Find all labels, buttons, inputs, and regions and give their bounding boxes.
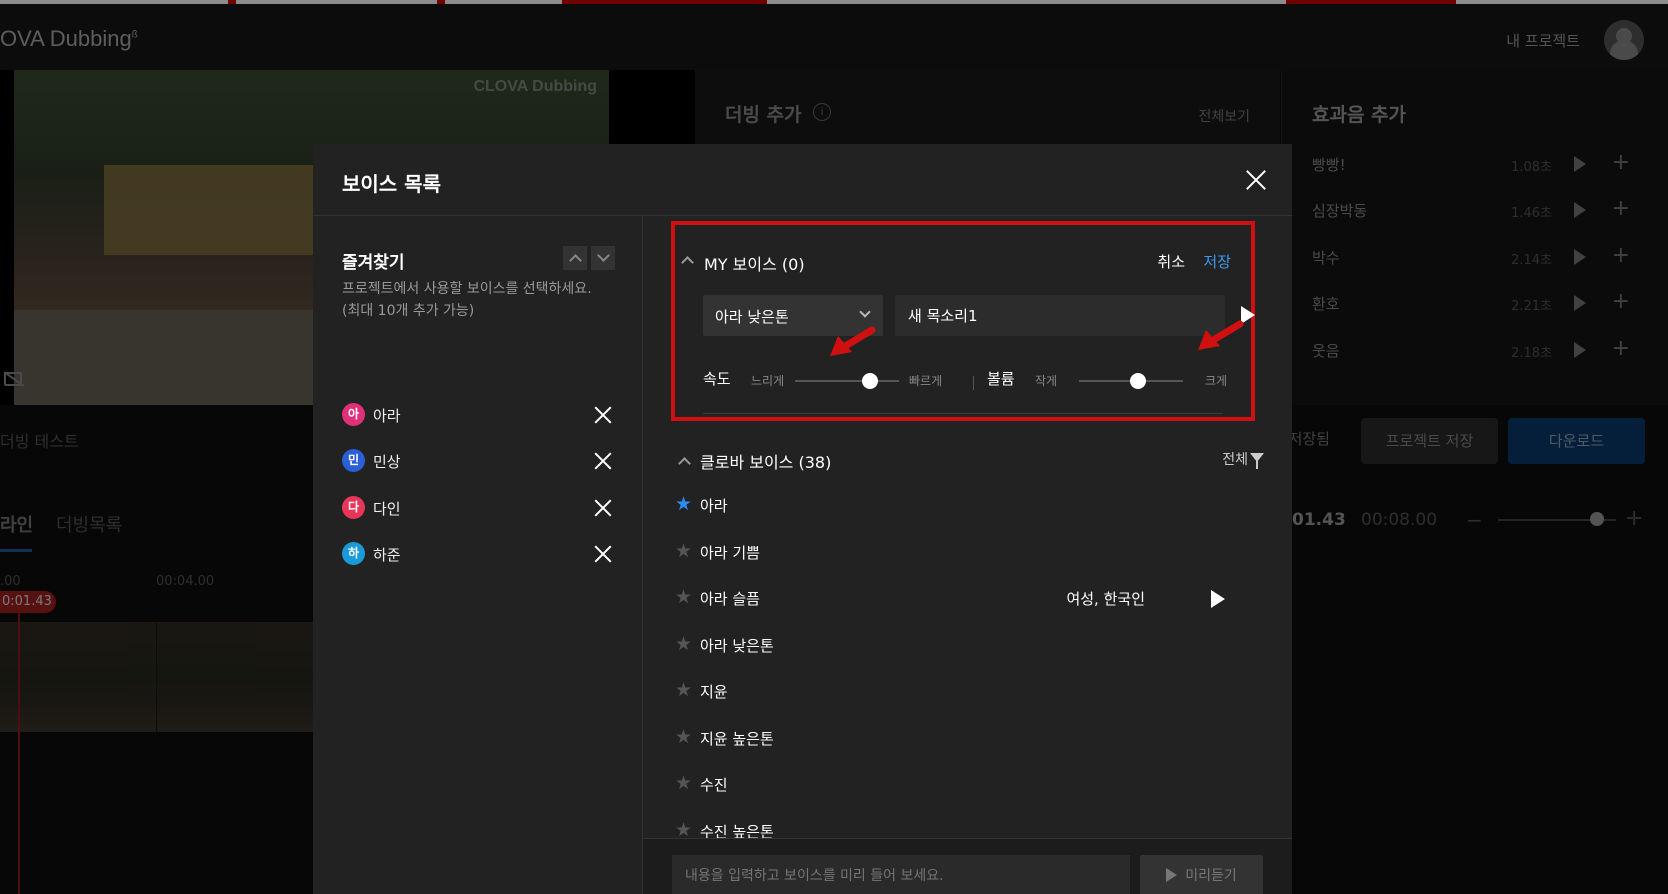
favorite-item[interactable]: 민 민상 bbox=[342, 448, 612, 474]
speed-label: 속도 bbox=[703, 370, 731, 388]
clova-voice-title: 클로바 보이스 (38) bbox=[700, 453, 832, 472]
voice-name-input[interactable] bbox=[895, 295, 1225, 336]
favorite-name: 다인 bbox=[373, 500, 401, 518]
volume-min-label: 작게 bbox=[1035, 374, 1058, 388]
modal-title: 보이스 목록 bbox=[342, 172, 441, 196]
voice-badge: 민 bbox=[342, 449, 365, 472]
star-icon[interactable]: ★ bbox=[675, 586, 692, 608]
my-voice-section: MY 보이스 (0) 취소 저장 아라 낮은톤 속도 느리게 빠르게 볼륨 작게… bbox=[671, 221, 1255, 421]
voice-panel: MY 보이스 (0) 취소 저장 아라 낮은톤 속도 느리게 빠르게 볼륨 작게… bbox=[643, 216, 1292, 894]
favorites-desc-line: (최대 10개 추가 가능) bbox=[342, 303, 475, 319]
favorite-name: 민상 bbox=[373, 453, 401, 471]
voice-list-item[interactable]: ★ 지윤 bbox=[675, 677, 1235, 707]
speed-slider-knob[interactable] bbox=[862, 373, 878, 389]
voice-name: 아라 낮은톤 bbox=[700, 637, 774, 655]
voice-badge: 아 bbox=[342, 403, 365, 426]
base-voice-select[interactable]: 아라 낮은톤 bbox=[703, 295, 883, 336]
star-icon[interactable]: ★ bbox=[675, 633, 692, 655]
voice-list-item[interactable]: ★ 아라 슬픔 여성, 한국인 bbox=[675, 584, 1235, 614]
star-icon[interactable]: ★ bbox=[675, 493, 692, 515]
favorite-item[interactable]: 다 다인 bbox=[342, 495, 612, 521]
favorite-name: 아라 bbox=[373, 407, 401, 425]
modal-header: 보이스 목록 bbox=[313, 144, 1292, 216]
star-icon[interactable]: ★ bbox=[675, 772, 692, 794]
volume-label: 볼륨 bbox=[987, 370, 1015, 388]
favorites-title: 즐겨찾기 bbox=[342, 253, 405, 273]
remove-icon[interactable] bbox=[594, 406, 612, 424]
voice-list-item[interactable]: ★ 아라 낮은톤 bbox=[675, 631, 1235, 661]
voice-badge: 하 bbox=[342, 542, 365, 565]
volume-max-label: 크게 bbox=[1205, 374, 1228, 388]
favorite-item[interactable]: 아 아라 bbox=[342, 402, 612, 428]
voice-list-item[interactable]: ★ 수진 bbox=[675, 770, 1235, 800]
voice-list-item[interactable]: ★ 아라 기쁨 bbox=[675, 538, 1235, 568]
voice-name: 수진 bbox=[700, 776, 728, 794]
speed-min-label: 느리게 bbox=[751, 374, 785, 388]
favorite-name: 하준 bbox=[373, 546, 401, 564]
divider bbox=[973, 376, 974, 390]
favorite-item[interactable]: 하 하준 bbox=[342, 541, 612, 567]
move-up-icon[interactable] bbox=[563, 246, 587, 270]
voice-name: 아라 bbox=[700, 497, 728, 515]
preview-bar: 미리듣기 bbox=[643, 838, 1292, 894]
voice-badge: 다 bbox=[342, 496, 365, 519]
collapse-icon[interactable] bbox=[681, 256, 694, 269]
remove-icon[interactable] bbox=[594, 452, 612, 470]
star-icon[interactable]: ★ bbox=[675, 726, 692, 748]
remove-icon[interactable] bbox=[594, 545, 612, 563]
remove-icon[interactable] bbox=[594, 499, 612, 517]
collapse-icon[interactable] bbox=[678, 457, 691, 470]
voice-name: 지윤 bbox=[700, 683, 728, 701]
voice-list-modal: 보이스 목록 즐겨찾기 프로젝트에서 사용할 보이스를 선택하세요. (최대 1… bbox=[313, 144, 1292, 894]
move-down-icon[interactable] bbox=[591, 246, 615, 270]
voice-list-item[interactable]: ★ 아라 bbox=[675, 491, 1235, 521]
play-icon[interactable] bbox=[1211, 590, 1225, 608]
base-voice-value: 아라 낮은톤 bbox=[715, 308, 789, 326]
speed-max-label: 빠르게 bbox=[909, 374, 943, 388]
voice-meta: 여성, 한국인 bbox=[1066, 590, 1145, 608]
filter-icon[interactable] bbox=[1250, 453, 1264, 469]
voice-name: 지윤 높은톤 bbox=[700, 730, 774, 748]
speed-slider[interactable] bbox=[795, 380, 899, 382]
reorder-buttons bbox=[559, 246, 615, 274]
cancel-button[interactable]: 취소 bbox=[1157, 251, 1185, 272]
favorites-description: 프로젝트에서 사용할 보이스를 선택하세요. (최대 10개 추가 가능) bbox=[342, 278, 622, 322]
filter-label[interactable]: 전체 bbox=[1222, 449, 1248, 469]
voice-name: 아라 슬픔 bbox=[700, 590, 760, 608]
voice-name: 아라 기쁨 bbox=[700, 544, 760, 562]
favorites-desc-line: 프로젝트에서 사용할 보이스를 선택하세요. bbox=[342, 281, 592, 297]
favorites-panel: 즐겨찾기 프로젝트에서 사용할 보이스를 선택하세요. (최대 10개 추가 가… bbox=[313, 216, 643, 894]
save-button[interactable]: 저장 bbox=[1203, 251, 1231, 272]
preview-text-input[interactable] bbox=[672, 855, 1130, 894]
star-icon[interactable]: ★ bbox=[675, 679, 692, 701]
preview-button[interactable]: 미리듣기 bbox=[1140, 855, 1263, 894]
close-icon[interactable] bbox=[1244, 168, 1268, 192]
my-voice-title: MY 보이스 (0) bbox=[704, 255, 805, 274]
voice-list-item[interactable]: ★ 지윤 높은톤 bbox=[675, 724, 1235, 754]
volume-slider-knob[interactable] bbox=[1130, 373, 1146, 389]
play-icon[interactable] bbox=[1241, 306, 1255, 324]
divider bbox=[703, 413, 1223, 414]
star-icon[interactable]: ★ bbox=[675, 540, 692, 562]
chevron-down-icon bbox=[859, 306, 871, 318]
